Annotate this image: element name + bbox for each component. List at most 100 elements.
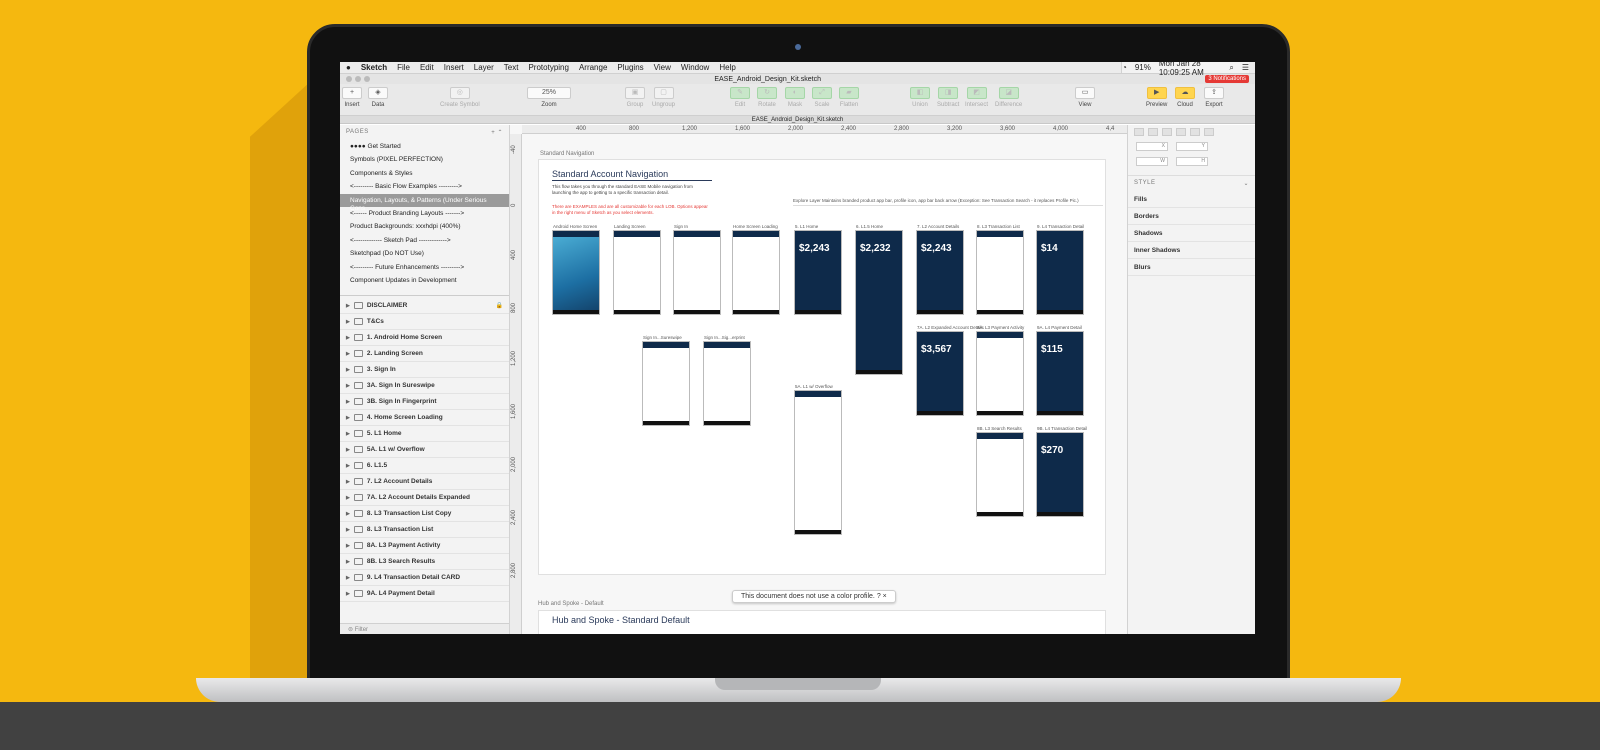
menu-app[interactable]: Sketch: [361, 63, 387, 72]
difference-button[interactable]: ◪ Difference: [995, 87, 1022, 108]
flatten-button[interactable]: ▰ Flatten: [839, 87, 859, 108]
menu-plugins[interactable]: Plugins: [617, 63, 643, 72]
panel-divider[interactable]: [340, 291, 509, 297]
close-window-icon[interactable]: [346, 76, 352, 82]
disclosure-triangle-icon[interactable]: ▶: [346, 351, 350, 357]
export-button[interactable]: ⇪ Export: [1204, 87, 1224, 108]
hub-artboard[interactable]: Hub and Spoke - Standard Default: [538, 610, 1106, 634]
borders-section[interactable]: Borders: [1128, 208, 1255, 225]
mask-button[interactable]: ◐ Mask: [785, 87, 805, 108]
disclosure-triangle-icon[interactable]: ▶: [346, 415, 350, 421]
menu-view[interactable]: View: [654, 63, 671, 72]
disclosure-triangle-icon[interactable]: ▶: [346, 335, 350, 341]
phone-artboard[interactable]: 9A. L4 Payment Detail $115: [1036, 325, 1084, 416]
layer-row[interactable]: ▶ 3. Sign In: [340, 362, 509, 379]
phone-artboard[interactable]: Home Screen Loading: [732, 224, 780, 315]
menu-window[interactable]: Window: [681, 63, 709, 72]
help-icon[interactable]: ?: [877, 593, 881, 600]
disclosure-triangle-icon[interactable]: ▶: [346, 463, 350, 469]
minimize-window-icon[interactable]: [355, 76, 361, 82]
edit-button[interactable]: ✎ Edit: [730, 87, 750, 108]
menu-text[interactable]: Text: [504, 63, 519, 72]
phone-artboard[interactable]: 7A. L2 Expanded Account Details $3,567: [916, 325, 984, 416]
phone-artboard[interactable]: 5. L1 Home $2,243: [794, 224, 842, 315]
disclosure-triangle-icon[interactable]: ▶: [346, 479, 350, 485]
preview-button[interactable]: ▶ Preview: [1146, 87, 1167, 108]
disclosure-triangle-icon[interactable]: ▶: [346, 543, 350, 549]
close-icon[interactable]: ×: [883, 593, 887, 600]
lock-icon[interactable]: 🔒: [496, 302, 503, 309]
layer-row[interactable]: ▶ 3A. Sign In Sureswipe: [340, 378, 509, 395]
clock[interactable]: Mon Jan 28 10:09:25 AM: [1159, 62, 1221, 77]
battery-level[interactable]: 91%: [1135, 63, 1151, 72]
disclosure-triangle-icon[interactable]: ▶: [346, 399, 350, 405]
disclosure-triangle-icon[interactable]: ▶: [346, 559, 350, 565]
disclosure-triangle-icon[interactable]: ▶: [346, 447, 350, 453]
filter-input[interactable]: ⊜ Filter: [340, 623, 509, 634]
inner-shadows-section[interactable]: Inner Shadows: [1128, 242, 1255, 259]
align-left-icon[interactable]: [1134, 128, 1144, 136]
insert-button[interactable]: + Insert: [342, 87, 362, 108]
cloud-button[interactable]: ☁ Cloud: [1175, 87, 1195, 108]
group-button[interactable]: ▣ Group: [625, 87, 645, 108]
apple-icon[interactable]: ●: [346, 63, 351, 72]
align-center-icon[interactable]: [1148, 128, 1158, 136]
menu-prototyping[interactable]: Prototyping: [528, 63, 568, 72]
phone-artboard[interactable]: 5A. L1 w/ Overflow: [794, 384, 842, 535]
page-item[interactable]: Symbols (PIXEL PERFECTION): [340, 153, 509, 166]
menu-file[interactable]: File: [397, 63, 410, 72]
fills-section[interactable]: Fills: [1128, 191, 1255, 208]
disclosure-triangle-icon[interactable]: ▶: [346, 575, 350, 581]
layer-row[interactable]: ▶ T&Cs: [340, 314, 509, 331]
page-item[interactable]: Product Backgrounds: xxxhdpi (400%): [340, 220, 509, 233]
disclosure-triangle-icon[interactable]: ▶: [346, 303, 350, 309]
layer-row[interactable]: ▶ 8. L3 Transaction List: [340, 522, 509, 539]
menu-layer[interactable]: Layer: [474, 63, 494, 72]
document-tab[interactable]: EASE_Android_Design_Kit.sketch: [340, 116, 1255, 124]
add-page-icon[interactable]: + ⌃: [491, 129, 503, 136]
phone-artboard[interactable]: Sign In...Sig...erprint: [703, 335, 751, 426]
layer-row[interactable]: ▶ 8B. L3 Search Results: [340, 554, 509, 571]
menu-insert[interactable]: Insert: [444, 63, 464, 72]
w-field[interactable]: W: [1136, 157, 1168, 166]
phone-artboard[interactable]: Landing Screen: [613, 224, 661, 315]
phone-artboard[interactable]: Sign In...Sureswipe: [642, 335, 690, 426]
union-button[interactable]: ◧ Union: [910, 87, 930, 108]
menu-edit[interactable]: Edit: [420, 63, 434, 72]
disclosure-triangle-icon[interactable]: ▶: [346, 367, 350, 373]
disclosure-triangle-icon[interactable]: ▶: [346, 383, 350, 389]
align-top-icon[interactable]: [1176, 128, 1186, 136]
artboard-label[interactable]: Standard Navigation: [540, 151, 594, 157]
page-item[interactable]: Components & Styles: [340, 167, 509, 180]
page-item-selected[interactable]: Navigation, Layouts, & Patterns (Under S…: [340, 193, 509, 212]
layer-row[interactable]: ▶ 3B. Sign In Fingerprint: [340, 394, 509, 411]
disclosure-triangle-icon[interactable]: ▶: [346, 431, 350, 437]
subtract-button[interactable]: ◨ Subtract: [937, 87, 959, 108]
intersect-button[interactable]: ◩ Intersect: [965, 87, 988, 108]
menu-list-icon[interactable]: ☰: [1242, 63, 1249, 72]
phone-artboard[interactable]: 8A. L3 Payment Activity: [976, 325, 1024, 416]
ungroup-button[interactable]: ▢ Ungroup: [652, 87, 675, 108]
layer-row[interactable]: ▶ 8A. L3 Payment Activity: [340, 538, 509, 555]
phone-artboard[interactable]: Sign In: [673, 224, 721, 315]
shadows-section[interactable]: Shadows: [1128, 225, 1255, 242]
layer-row[interactable]: ▶ 4. Home Screen Loading: [340, 410, 509, 427]
search-icon[interactable]: ⌕: [1229, 63, 1233, 73]
page-item[interactable]: <--------- Basic Flow Examples ---------…: [340, 180, 509, 193]
create-symbol-button[interactable]: ◎ Create Symbol: [440, 87, 480, 108]
hub-label[interactable]: Hub and Spoke - Default: [538, 601, 604, 607]
layer-row[interactable]: ▶ 6. L1.5: [340, 458, 509, 475]
canvas[interactable]: 400 800 1,200 1,600 2,000 2,400 2,800 3,200 3,60…: [510, 125, 1127, 634]
layer-row[interactable]: ▶ 9. L4 Transaction Detail CARD: [340, 570, 509, 587]
page-item[interactable]: Sketchpad (Do NOT Use): [340, 247, 509, 260]
zoom-control[interactable]: 25% Zoom: [527, 87, 571, 108]
layer-row[interactable]: ▶ DISCLAIMER 🔒: [340, 298, 509, 315]
phone-artboard[interactable]: 7. L2 Account Details $2,243: [916, 224, 964, 315]
blurs-section[interactable]: Blurs: [1128, 259, 1255, 276]
disclosure-triangle-icon[interactable]: ▶: [346, 511, 350, 517]
scale-button[interactable]: ⤢ Scale: [812, 87, 832, 108]
x-field[interactable]: X: [1136, 142, 1168, 151]
layer-row[interactable]: ▶ 9A. L4 Payment Detail: [340, 586, 509, 603]
disclosure-triangle-icon[interactable]: ▶: [346, 527, 350, 533]
rotate-button[interactable]: ↻ Rotate: [757, 87, 777, 108]
